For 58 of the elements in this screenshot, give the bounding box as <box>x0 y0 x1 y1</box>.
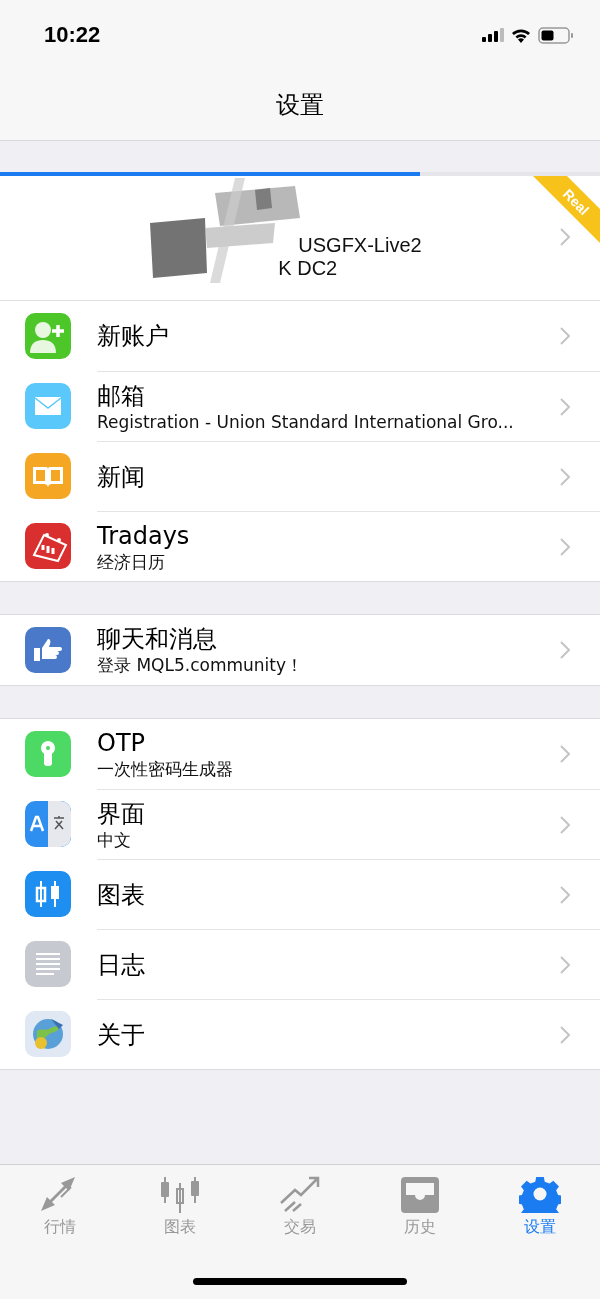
chevron-icon <box>560 537 570 556</box>
row-subtitle: 中文 <box>97 828 132 851</box>
charts-icon <box>25 871 71 917</box>
settings-row[interactable]: 新账户 <box>0 301 600 371</box>
signal-icon <box>482 28 504 42</box>
calendar-icon <box>25 523 71 569</box>
chevron-icon <box>560 467 570 486</box>
new-account-icon <box>25 313 71 359</box>
settings-row[interactable]: 新闻 <box>0 441 600 511</box>
page-title: 设置 <box>276 90 324 121</box>
inbox-icon <box>399 1175 441 1213</box>
mail-icon <box>25 383 71 429</box>
journal-icon <box>25 941 71 987</box>
row-title: 日志 <box>97 949 145 980</box>
row-subtitle: 登录 MQL5.community！ <box>97 654 303 676</box>
settings-row[interactable]: 聊天和消息 登录 MQL5.community！ <box>0 615 600 685</box>
chat-icon <box>25 627 71 673</box>
chevron-icon <box>560 397 570 416</box>
row-title: Tradays <box>97 520 190 551</box>
row-title: 聊天和消息 <box>97 624 218 654</box>
server-name: USGFX-Live2 <box>298 234 422 257</box>
about-icon <box>25 1011 71 1057</box>
chevron-icon <box>560 815 570 834</box>
row-subtitle: 经济日历 <box>97 550 166 573</box>
status-time: 10:22 <box>44 22 101 48</box>
settings-row[interactable]: 界面 中文 <box>0 789 600 859</box>
chevron-icon <box>560 641 570 659</box>
row-title: 新闻 <box>97 461 145 492</box>
settings-row[interactable]: 图表 <box>0 859 600 929</box>
trend-up-icon <box>279 1175 321 1213</box>
language-icon <box>25 801 71 847</box>
otp-icon <box>25 731 71 777</box>
chevron-icon <box>560 228 570 246</box>
chevron-icon <box>560 885 570 904</box>
candlestick-icon <box>159 1175 201 1213</box>
row-subtitle: 一次性密码生成器 <box>97 758 233 780</box>
settings-row[interactable]: 邮箱 Registration - Union Standard International Gro... <box>0 371 600 441</box>
row-title: 邮箱 <box>97 380 146 411</box>
row-subtitle: Registration - Union Standard International Gro... <box>97 410 514 433</box>
settings-row[interactable]: 关于 <box>0 999 600 1069</box>
chevron-icon <box>560 955 570 974</box>
row-title: 图表 <box>97 879 145 910</box>
settings-icon <box>519 1175 561 1213</box>
wifi-icon <box>511 27 531 43</box>
row-title: 界面 <box>97 798 145 829</box>
datacenter-name: K DC2 <box>278 257 339 280</box>
chevron-icon <box>560 327 570 345</box>
chevron-icon <box>560 1025 570 1044</box>
settings-row[interactable]: Tradays 经济日历 <box>0 511 600 581</box>
row-title: OTP <box>97 728 147 758</box>
settings-row[interactable]: 日志 <box>0 929 600 999</box>
chevron-icon <box>560 745 570 763</box>
battery-icon <box>538 26 574 44</box>
row-title: 新账户 <box>97 321 169 351</box>
settings-row[interactable]: OTP 一次性密码生成器 <box>0 719 600 789</box>
row-title: 关于 <box>97 1019 145 1050</box>
news-icon <box>25 453 71 499</box>
tab-item[interactable]: 设置 <box>480 1165 600 1249</box>
